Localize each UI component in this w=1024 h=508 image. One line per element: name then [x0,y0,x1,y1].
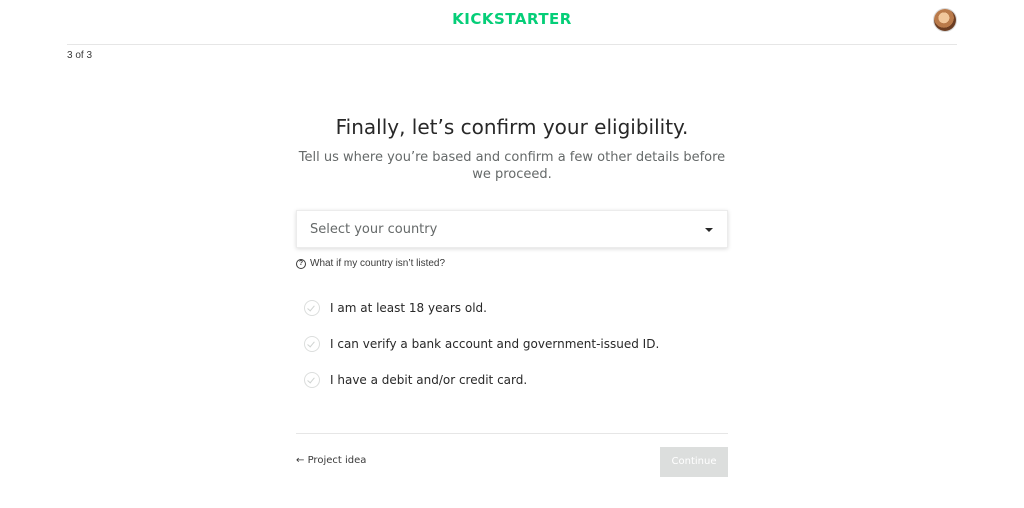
checklist-item-label: I can verify a bank account and governme… [330,337,660,351]
checklist-item-bank-id[interactable]: I can verify a bank account and governme… [304,336,659,352]
footer-divider [296,433,728,434]
checklist-item-card[interactable]: I have a debit and/or credit card. [304,372,527,388]
question-circle-icon: ? [296,258,306,269]
user-avatar-icon[interactable] [934,9,956,31]
checklist-item-label: I have a debit and/or credit card. [330,373,528,387]
country-select-placeholder: Select your country [310,222,438,237]
check-circle-icon[interactable] [304,300,320,316]
checklist-item-age[interactable]: I am at least 18 years old. [304,300,487,316]
continue-button[interactable]: Continue [660,447,728,477]
caret-down-icon [705,228,713,232]
country-help-label: What if my country isn’t listed? [310,258,446,269]
header: KICKSTARTER [67,0,957,45]
country-select[interactable]: Select your country [296,210,728,248]
page: KICKSTARTER 3 of 3 Finally, let’s confir… [0,0,1024,508]
checklist-item-label: I am at least 18 years old. [330,301,487,315]
check-circle-icon[interactable] [304,336,320,352]
page-title: Finally, let’s confirm your eligibility. [335,115,689,139]
country-help-link[interactable]: ? What if my country isn’t listed? [296,258,445,269]
kickstarter-logo[interactable]: KICKSTARTER [452,9,572,29]
page-subtitle: Tell us where you’re based and confirm a… [298,150,726,182]
arrow-left-icon: ← [296,455,305,466]
back-link[interactable]: ← Project idea [296,455,366,466]
back-link-label: Project idea [307,455,367,466]
step-indicator: 3 of 3 [67,50,93,61]
check-circle-icon[interactable] [304,372,320,388]
